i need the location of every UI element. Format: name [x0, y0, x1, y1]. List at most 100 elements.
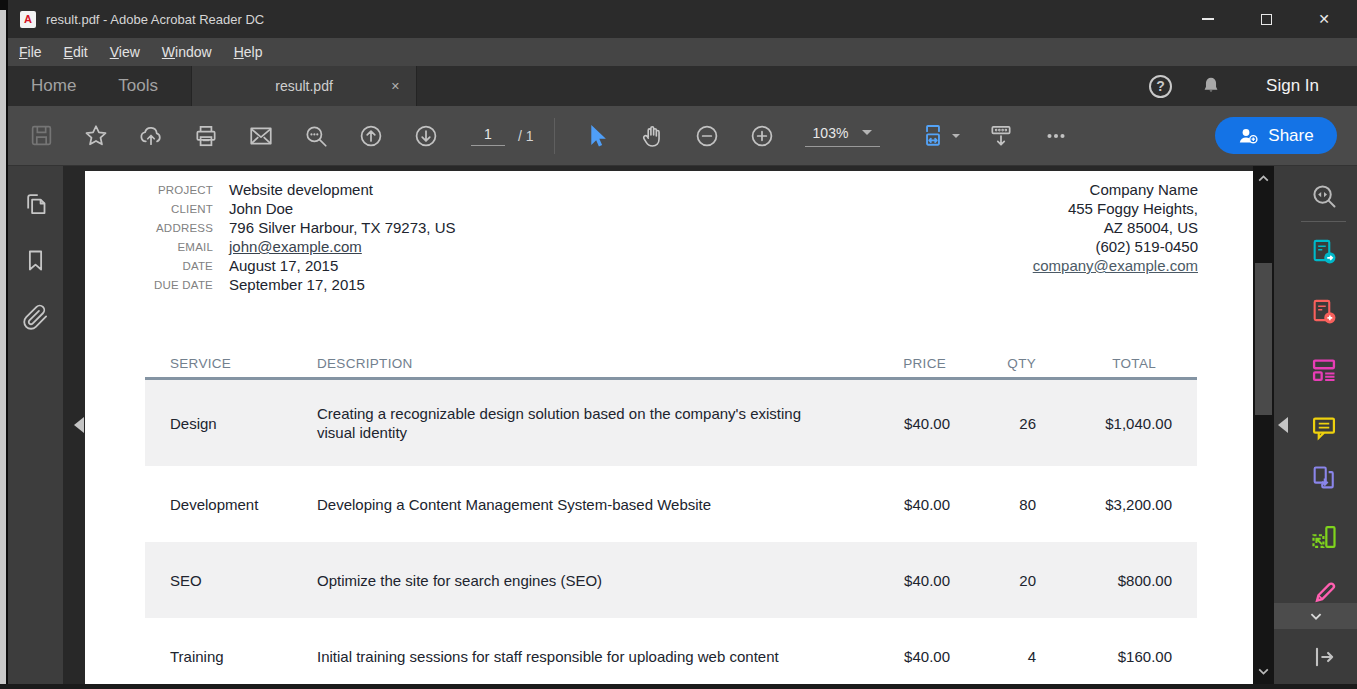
toolbar-divider	[554, 118, 555, 154]
meta-label: DATE	[85, 260, 213, 272]
meta-value: Website development	[229, 181, 373, 198]
table-row: Development Developing a Content Managem…	[145, 466, 1197, 542]
meta-label: EMAIL	[85, 241, 213, 253]
combine-files-icon[interactable]	[1310, 464, 1338, 492]
save-icon[interactable]	[28, 123, 54, 149]
meta-value: September 17, 2015	[229, 276, 365, 293]
zoom-in-icon[interactable]	[749, 123, 775, 149]
rail-divider	[1301, 221, 1346, 222]
next-page-icon[interactable]	[413, 123, 439, 149]
maximize-button[interactable]	[1237, 0, 1295, 38]
sign-in-button[interactable]: Sign In	[1266, 76, 1319, 96]
more-tools-icon[interactable]	[1043, 123, 1069, 149]
meta-label: CLIENT	[85, 203, 213, 215]
menu-edit[interactable]: Edit	[53, 44, 99, 60]
more-tools-scroll[interactable]	[1274, 603, 1357, 629]
collapse-right-panel-icon[interactable]	[1278, 417, 1288, 433]
tab-tools[interactable]: Tools	[97, 66, 179, 106]
invoice-meta: PROJECTWebsite development CLIENTJohn Do…	[85, 180, 456, 294]
notifications-bell-icon[interactable]	[1200, 75, 1222, 97]
meta-value: 796 Silver Harbour, TX 79273, US	[229, 219, 456, 236]
search-tools-icon[interactable]	[1310, 182, 1338, 210]
company-address: 455 Foggy Heights,	[1033, 199, 1198, 218]
previous-page-icon[interactable]	[358, 123, 384, 149]
select-tool-icon[interactable]	[584, 123, 610, 149]
company-email-link[interactable]: company@example.com	[1033, 256, 1198, 275]
bookmarks-icon[interactable]	[22, 247, 49, 274]
pdf-page: PROJECTWebsite development CLIENTJohn Do…	[85, 171, 1253, 684]
edit-pdf-icon[interactable]	[1310, 356, 1338, 384]
toolbar: 1 / 1 103% Share	[8, 106, 1357, 166]
document-area: PROJECTWebsite development CLIENTJohn Do…	[63, 166, 1253, 684]
menu-bar: File Edit View Window Help	[8, 38, 1357, 66]
table-row: Training Initial training sessions for s…	[145, 618, 1197, 684]
acrobat-window: A result.pdf - Adobe Acrobat Reader DC ✕…	[8, 0, 1357, 684]
zoom-out-icon[interactable]	[694, 123, 720, 149]
page-total-label: / 1	[518, 128, 534, 144]
scrollbar-thumb[interactable]	[1255, 263, 1272, 415]
col-price: PRICE	[877, 356, 950, 371]
company-name: Company Name	[1033, 180, 1198, 199]
left-panel-rail	[8, 166, 63, 684]
scroll-up-icon[interactable]	[1256, 171, 1271, 186]
invoice-table: SERVICE DESCRIPTION PRICE QTY TOTAL Desi…	[145, 349, 1197, 684]
title-bar: A result.pdf - Adobe Acrobat Reader DC ✕	[8, 0, 1357, 38]
scroll-down-icon[interactable]	[1256, 664, 1271, 679]
company-block: Company Name 455 Foggy Heights, AZ 85004…	[1033, 180, 1198, 275]
open-tools-pane-icon[interactable]	[1310, 643, 1338, 671]
table-header: SERVICE DESCRIPTION PRICE QTY TOTAL	[145, 349, 1197, 377]
menu-file[interactable]: File	[8, 44, 53, 60]
create-pdf-icon[interactable]	[1310, 298, 1338, 326]
acrobat-app-icon: A	[20, 11, 36, 28]
star-favorite-icon[interactable]	[83, 123, 109, 149]
col-description: DESCRIPTION	[317, 354, 877, 373]
organize-pages-icon[interactable]	[1310, 523, 1338, 551]
meta-value: August 17, 2015	[229, 257, 338, 274]
tab-home[interactable]: Home	[10, 66, 97, 106]
col-service: SERVICE	[170, 356, 317, 371]
zoom-level-select[interactable]: 103%	[805, 125, 881, 147]
export-pdf-icon[interactable]	[1310, 238, 1338, 266]
hand-tool-icon[interactable]	[639, 123, 665, 149]
vertical-scrollbar[interactable]	[1253, 166, 1274, 684]
tools-rail	[1274, 166, 1357, 684]
print-icon[interactable]	[193, 123, 219, 149]
page-thumbnails-icon[interactable]	[22, 190, 49, 217]
scroll-mode-icon[interactable]	[920, 123, 946, 149]
chevron-down-icon	[862, 130, 872, 135]
cloud-upload-icon[interactable]	[138, 123, 164, 149]
minimize-button[interactable]	[1179, 0, 1237, 38]
page-number-input[interactable]: 1	[471, 126, 505, 146]
table-row: Design Creating a recognizable design so…	[145, 380, 1197, 466]
window-title: result.pdf - Adobe Acrobat Reader DC	[46, 12, 264, 27]
col-qty: QTY	[950, 356, 1036, 371]
desktop-edge-strip	[0, 10, 6, 686]
close-button[interactable]: ✕	[1295, 0, 1353, 38]
menu-view[interactable]: View	[99, 44, 151, 60]
scroll-mode-caret-icon[interactable]	[952, 134, 960, 138]
col-total: TOTAL	[1036, 356, 1172, 371]
tab-close-icon[interactable]: ✕	[391, 80, 400, 93]
share-button-label: Share	[1268, 126, 1313, 146]
tab-bar: Home Tools result.pdf ✕ ? Sign In	[8, 66, 1357, 106]
table-row: SEO Optimize the site for search engines…	[145, 542, 1197, 618]
help-icon[interactable]: ?	[1149, 75, 1172, 98]
search-zoom-icon[interactable]	[303, 123, 329, 149]
window-bottom-edge	[0, 684, 1357, 689]
email-icon[interactable]	[248, 123, 274, 149]
collapse-left-panel-icon[interactable]	[74, 417, 84, 433]
share-button[interactable]: Share	[1215, 117, 1337, 154]
tab-document-label: result.pdf	[275, 78, 333, 94]
menu-window[interactable]: Window	[151, 44, 223, 60]
client-email-link[interactable]: john@example.com	[229, 238, 362, 255]
meta-label: ADDRESS	[85, 222, 213, 234]
page-display-icon[interactable]	[988, 123, 1014, 149]
menu-help[interactable]: Help	[223, 44, 274, 60]
attachments-icon[interactable]	[22, 304, 49, 331]
tab-document[interactable]: result.pdf ✕	[191, 66, 417, 106]
zoom-level-value: 103%	[813, 125, 849, 141]
meta-value: John Doe	[229, 200, 293, 217]
fill-sign-icon[interactable]	[1310, 576, 1338, 604]
comment-icon[interactable]	[1310, 414, 1338, 442]
company-phone: (602) 519-0450	[1033, 237, 1198, 256]
